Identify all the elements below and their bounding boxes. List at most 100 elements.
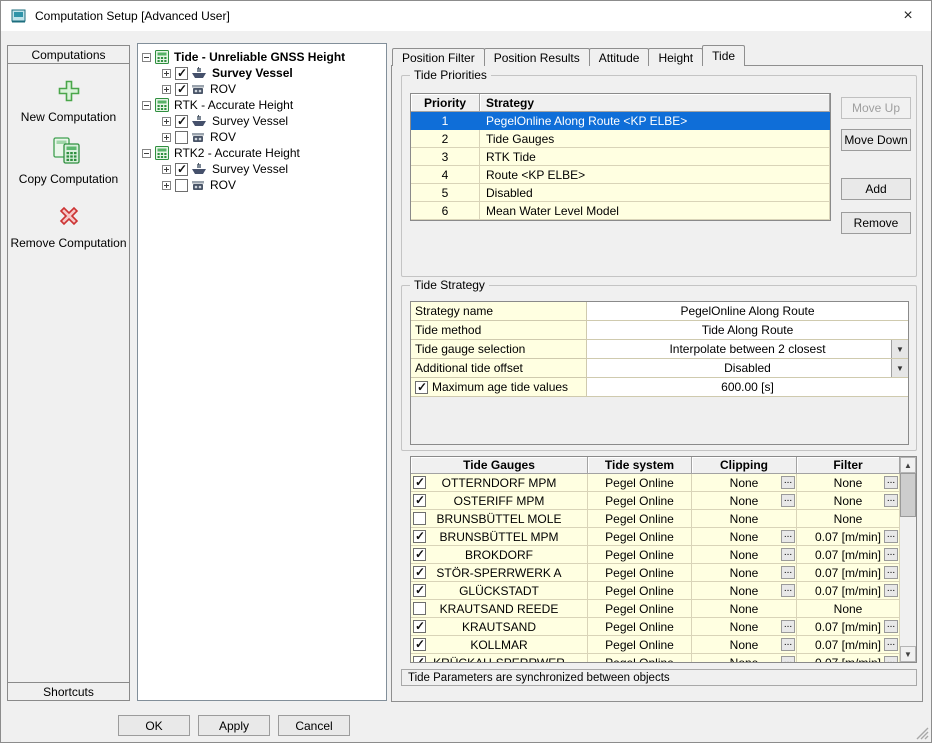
tree-item-label[interactable]: ROV [210,130,236,144]
priority-row[interactable]: 6 Mean Water Level Model [411,202,830,220]
priority-row[interactable]: 5 Disabled [411,184,830,202]
tree-item-label[interactable]: Survey Vessel [212,66,293,80]
gauge-row[interactable]: BROKDORF Pegel Online None ... 0.07 [m/m… [411,546,900,564]
collapse-icon[interactable] [142,53,151,62]
gauge-name-cell[interactable]: STÖR-SPERRWERK A [411,564,588,582]
strategy-row-value-cell[interactable]: 600.00 [s] [587,378,908,396]
tree-item-row[interactable]: Survey Vessel [142,113,384,129]
move-up-button[interactable]: Move Up [841,97,911,119]
priority-cell[interactable]: 2 [411,130,480,148]
priority-row[interactable]: 2 Tide Gauges [411,130,830,148]
gauge-name-cell[interactable]: BRUNSBÜTTEL MOLE [411,510,588,528]
cancel-button[interactable]: Cancel [278,715,350,736]
item-checkbox[interactable] [175,179,188,192]
dropdown-arrow-icon[interactable]: ▼ [891,359,908,377]
gauge-row[interactable]: OSTERIFF MPM Pegel Online None ... None … [411,492,900,510]
gauge-clipping-cell[interactable]: None ... [692,654,797,663]
strategy-column-header[interactable]: Strategy [480,94,830,112]
gauge-name-cell[interactable]: OTTERNDORF MPM [411,474,588,492]
tree-item-label[interactable]: ROV [210,178,236,192]
gauge-clipping-cell[interactable]: None ... [692,618,797,636]
gauge-name-cell[interactable]: KOLLMAR [411,636,588,654]
scroll-up-icon[interactable]: ▲ [900,457,916,473]
tree-group-row[interactable]: RTK - Accurate Height [142,97,384,113]
gauge-system-cell[interactable]: Pegel Online [588,546,692,564]
remove-computation-button[interactable]: Remove Computation [8,202,129,250]
clipping-ellipsis-button[interactable]: ... [781,566,795,579]
gauge-row[interactable]: KOLLMAR Pegel Online None ... 0.07 [m/mi… [411,636,900,654]
clipping-ellipsis-button[interactable]: ... [781,620,795,633]
priority-cell[interactable]: 3 [411,148,480,166]
gauge-filter-cell[interactable]: 0.07 [m/min] ... [797,564,900,582]
priority-column-header[interactable]: Priority [411,94,480,112]
gauge-name-cell[interactable]: GLÜCKSTADT [411,582,588,600]
gauge-checkbox[interactable] [413,494,426,507]
gauge-filter-cell[interactable]: 0.07 [m/min] ... [797,546,900,564]
gauge-system-cell[interactable]: Pegel Online [588,600,692,618]
remove-button[interactable]: Remove [841,212,911,234]
gauge-checkbox[interactable] [413,476,426,489]
strategy-row-value-cell[interactable]: Disabled ▼ [587,359,908,377]
tree-group-label[interactable]: RTK2 - Accurate Height [174,146,300,160]
ok-button[interactable]: OK [118,715,190,736]
gauge-scrollbar[interactable]: ▲ ▼ [900,456,917,663]
expand-icon[interactable] [162,165,171,174]
gauge-name-column-header[interactable]: Tide Gauges [411,457,588,474]
gauge-checkbox[interactable] [413,602,426,615]
item-checkbox[interactable] [175,67,188,80]
gauge-clipping-cell[interactable]: None ... [692,564,797,582]
clipping-ellipsis-button[interactable]: ... [781,494,795,507]
gauge-system-cell[interactable]: Pegel Online [588,528,692,546]
strategy-cell[interactable]: Route <KP ELBE> [480,166,830,184]
collapse-icon[interactable] [142,101,151,110]
gauge-clipping-cell[interactable]: None ... [692,474,797,492]
clipping-ellipsis-button[interactable]: ... [781,656,795,663]
tree-group-row[interactable]: Tide - Unreliable GNSS Height [142,49,384,65]
item-checkbox[interactable] [175,131,188,144]
tree-item-label[interactable]: Survey Vessel [212,114,288,128]
expand-icon[interactable] [162,181,171,190]
gauge-system-cell[interactable]: Pegel Online [588,492,692,510]
expand-icon[interactable] [162,117,171,126]
gauge-system-cell[interactable]: Pegel Online [588,618,692,636]
expand-icon[interactable] [162,69,171,78]
clipping-ellipsis-button[interactable]: ... [781,530,795,543]
apply-button[interactable]: Apply [198,715,270,736]
priority-cell[interactable]: 1 [411,112,480,130]
strategy-cell[interactable]: RTK Tide [480,148,830,166]
gauge-clipping-cell[interactable]: None ... [692,636,797,654]
gauge-checkbox[interactable] [413,548,426,561]
clipping-ellipsis-button[interactable]: ... [781,638,795,651]
gauge-clipping-cell[interactable]: None ... [692,582,797,600]
copy-computation-button[interactable]: Copy Computation [8,136,129,186]
gauge-system-cell[interactable]: Pegel Online [588,510,692,528]
resize-grip[interactable] [916,727,929,740]
gauge-name-cell[interactable]: KRAUTSAND [411,618,588,636]
gauge-checkbox[interactable] [413,530,426,543]
tree-item-label[interactable]: Survey Vessel [212,162,288,176]
tab-attitude[interactable]: Attitude [589,48,650,66]
strategy-cell[interactable]: Mean Water Level Model [480,202,830,220]
tree-item-row[interactable]: ROV [142,129,384,145]
gauge-system-cell[interactable]: Pegel Online [588,582,692,600]
gauge-name-cell[interactable]: OSTERIFF MPM [411,492,588,510]
gauge-clipping-cell[interactable]: None ... [692,492,797,510]
gauge-name-cell[interactable]: BROKDORF [411,546,588,564]
filter-ellipsis-button[interactable]: ... [884,620,898,633]
strategy-cell[interactable]: PegelOnline Along Route <KP ELBE> [480,112,830,130]
shortcuts-bar[interactable]: Shortcuts [8,682,129,700]
gauge-name-cell[interactable]: BRUNSBÜTTEL MPM [411,528,588,546]
clipping-ellipsis-button[interactable]: ... [781,548,795,561]
collapse-icon[interactable] [142,149,151,158]
gauge-filter-cell[interactable]: 0.07 [m/min] ... [797,636,900,654]
gauge-name-cell[interactable]: KRAUTSAND REEDE [411,600,588,618]
item-checkbox[interactable] [175,83,188,96]
scroll-thumb[interactable] [900,473,916,517]
filter-ellipsis-button[interactable]: ... [884,638,898,651]
priority-row[interactable]: 4 Route <KP ELBE> [411,166,830,184]
gauge-filter-cell[interactable]: 0.07 [m/min] ... [797,618,900,636]
clipping-ellipsis-button[interactable]: ... [781,476,795,489]
tree-group-row[interactable]: RTK2 - Accurate Height [142,145,384,161]
dropdown-arrow-icon[interactable]: ▼ [891,340,908,358]
tree-group-label[interactable]: RTK - Accurate Height [174,98,293,112]
